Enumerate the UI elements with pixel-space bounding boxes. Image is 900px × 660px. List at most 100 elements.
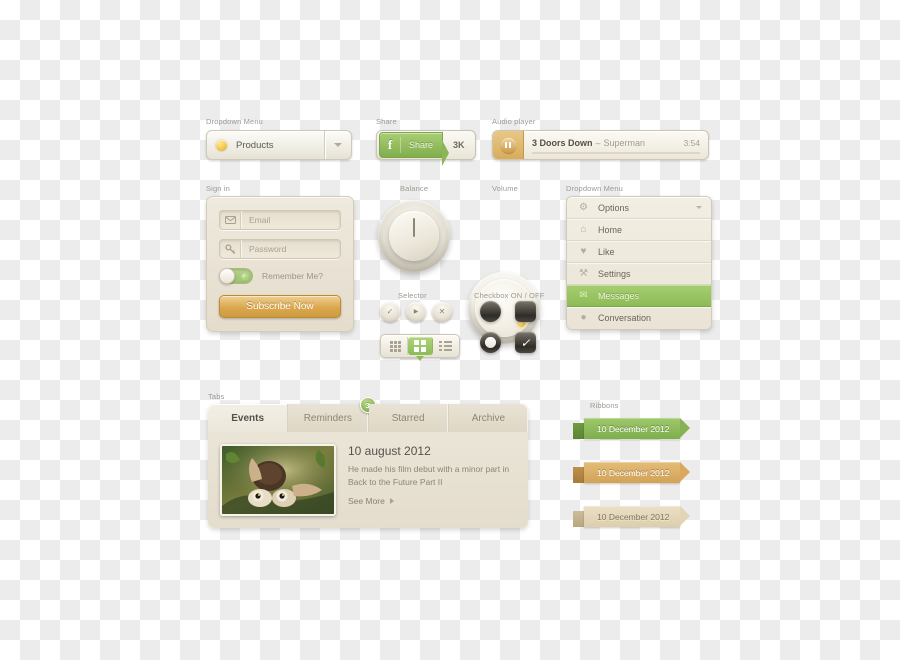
- remember-me-toggle[interactable]: [219, 268, 253, 284]
- tabs-caption: Tabs: [208, 392, 225, 401]
- menu-item-label: Home: [598, 224, 623, 235]
- tab-label: Starred: [391, 412, 425, 424]
- squirrel-photo-illustration: [222, 446, 334, 514]
- menu-item-like[interactable]: ♥ Like: [567, 241, 711, 263]
- see-more-link[interactable]: See More: [348, 496, 516, 506]
- ribbon-orange: 10 December 2012: [573, 462, 690, 483]
- pause-icon: [500, 137, 516, 153]
- chevron-down-icon: [696, 206, 702, 209]
- key-icon: [220, 240, 241, 258]
- tab-label: Events: [231, 412, 265, 424]
- ribbon-green: 10 December 2012: [573, 418, 690, 439]
- dropdown-menu-list-caption: Dropdown Menu: [566, 184, 623, 193]
- event-text: 10 august 2012 He made his film debut wi…: [348, 444, 516, 516]
- sign-in-caption: Sign in: [206, 184, 230, 193]
- tab-starred[interactable]: Starred: [368, 404, 449, 432]
- audio-progress-bar[interactable]: [532, 152, 700, 154]
- audio-duration: 3:54: [683, 138, 700, 148]
- menu-item-label: Messages: [598, 290, 640, 301]
- status-dot-icon: [216, 139, 227, 151]
- ribbon-label: 10 December 2012: [597, 511, 670, 522]
- password-placeholder: Password: [249, 244, 287, 254]
- password-field[interactable]: Password: [219, 239, 341, 259]
- tab-label: Reminders: [303, 412, 353, 424]
- audio-player: 3 Doors Down – Superman 3:54: [492, 130, 709, 160]
- menu-item-label: Like: [598, 246, 615, 257]
- ribbon-body: 10 December 2012: [584, 418, 690, 439]
- email-field[interactable]: Email: [219, 210, 341, 230]
- small-grid-icon: [389, 340, 401, 352]
- audio-artist: 3 Doors Down: [532, 138, 593, 148]
- view-mode-selector: [380, 334, 460, 361]
- event-card: 10 august 2012 He made his film debut wi…: [208, 432, 528, 528]
- ribbon-beige: 10 December 2012: [573, 506, 690, 527]
- event-thumbnail: [220, 444, 336, 516]
- checkbox-circle-off[interactable]: [480, 301, 501, 322]
- menu-item-messages[interactable]: ✉ Messages: [567, 285, 711, 307]
- products-dropdown-button[interactable]: Products: [206, 130, 352, 160]
- dropdown-menu-list: ⚙ Options ⌂ Home ♥ Like ⚒ Settings ✉ Messages ● Con…: [566, 196, 712, 330]
- facebook-icon: f: [380, 137, 401, 153]
- toggle-knob[interactable]: [219, 268, 235, 284]
- ribbon-point: [680, 506, 690, 526]
- selector-caption: Selector: [398, 291, 427, 300]
- close-icon: ✕: [438, 307, 446, 316]
- email-placeholder: Email: [249, 215, 271, 225]
- share-button[interactable]: f Share 3K: [376, 130, 476, 166]
- ui-kit-canvas: Dropdown Menu Products Share f Share 3K …: [0, 0, 900, 660]
- ribbon-tail: [573, 511, 584, 527]
- checked-dot-icon: [485, 337, 496, 348]
- audio-player-caption: Audio player: [492, 117, 536, 126]
- tab-archive[interactable]: Archive: [448, 404, 528, 432]
- check-button[interactable]: ✓: [380, 302, 400, 322]
- balance-knob[interactable]: [378, 200, 450, 272]
- sign-in-panel: Email Password Remember Me? Subscribe No…: [206, 196, 354, 332]
- checkbox-circle-on[interactable]: [480, 332, 501, 353]
- menu-item-settings[interactable]: ⚒ Settings: [567, 263, 711, 285]
- menu-item-conversation[interactable]: ● Conversation: [567, 307, 711, 329]
- share-caption: Share: [376, 117, 397, 126]
- balance-caption: Balance: [400, 184, 429, 193]
- audio-info: 3 Doors Down – Superman 3:54: [524, 131, 708, 159]
- share-action[interactable]: f Share: [379, 132, 444, 158]
- chevron-right-icon: [389, 498, 394, 505]
- ribbon-body: 10 December 2012: [584, 506, 690, 527]
- ribbon-label: 10 December 2012: [597, 467, 670, 478]
- audio-track-title: Superman: [603, 138, 646, 148]
- small-grid-view-button[interactable]: [383, 337, 408, 355]
- ribbon-tail: [573, 423, 584, 439]
- tab-reminders[interactable]: Reminders 3: [288, 397, 376, 432]
- play-icon: ▶: [413, 309, 419, 315]
- checkbox-square-on[interactable]: ✓: [515, 332, 536, 353]
- pause-button[interactable]: [493, 131, 524, 159]
- wrench-icon: ⚒: [579, 267, 588, 279]
- see-more-label: See More: [348, 496, 385, 507]
- ribbon-point: [680, 418, 690, 438]
- ribbons-caption: Ribbons: [590, 401, 619, 410]
- balance-knob-face: [389, 211, 439, 261]
- dropdown-selected-label: Products: [236, 139, 274, 151]
- event-description: He made his film debut with a minor part…: [348, 464, 510, 488]
- home-icon: ⌂: [580, 223, 587, 235]
- tab-events[interactable]: Events: [208, 404, 289, 432]
- envelope-icon: ✉: [579, 289, 588, 301]
- menu-item-home[interactable]: ⌂ Home: [567, 219, 711, 241]
- play-button[interactable]: ▶: [406, 302, 426, 322]
- balance-indicator-line: [413, 218, 415, 237]
- list-view-button[interactable]: [433, 337, 457, 355]
- check-icon: ✓: [386, 307, 394, 316]
- ribbon-tail: [573, 467, 584, 483]
- ribbon-label: 10 December 2012: [597, 423, 670, 434]
- toggle-led-icon: [242, 274, 247, 279]
- chevron-down-icon: [334, 143, 342, 147]
- dropdown-toggle-arrow[interactable]: [324, 131, 351, 159]
- subscribe-button[interactable]: Subscribe Now: [219, 295, 341, 318]
- menu-item-options[interactable]: ⚙ Options: [567, 197, 711, 219]
- large-grid-view-button[interactable]: [408, 337, 433, 361]
- checkbox-square-off[interactable]: [515, 301, 536, 322]
- remember-me-row: Remember Me?: [219, 268, 341, 284]
- close-button[interactable]: ✕: [432, 302, 452, 322]
- ribbon-list: 10 December 2012 10 December 2012 10 Decem…: [573, 418, 690, 550]
- share-label: Share: [409, 140, 434, 150]
- volume-caption: Volume: [492, 184, 518, 193]
